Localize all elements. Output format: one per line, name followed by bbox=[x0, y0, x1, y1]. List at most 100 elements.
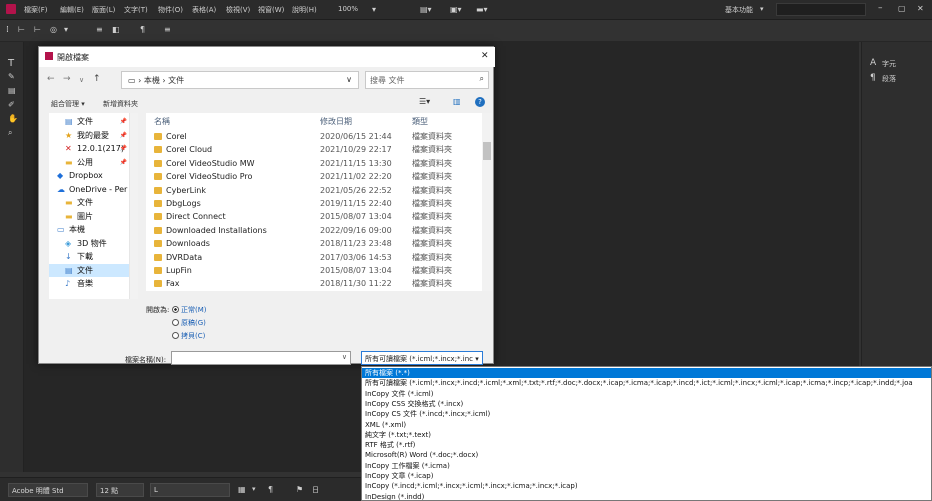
pilcrow-icon[interactable]: ¶ bbox=[140, 25, 145, 34]
help-search-input[interactable] bbox=[776, 3, 866, 16]
file-type-option[interactable]: InCopy CS 文件 (*.incd;*.incx;*.icml) bbox=[362, 409, 931, 419]
file-list-scrollbar[interactable] bbox=[482, 113, 492, 291]
chevron-down-icon[interactable]: ▾ bbox=[760, 5, 764, 13]
nav-item[interactable]: ★ 我的最愛 📌 bbox=[49, 129, 129, 142]
file-type-option[interactable]: 純文字 (*.txt;*.text) bbox=[362, 430, 931, 440]
filename-input[interactable]: ∨ bbox=[171, 351, 351, 365]
path-breadcrumb[interactable]: ▭ › 本機 › 文件 ∨ bbox=[121, 71, 359, 89]
chevron-down-icon[interactable]: ▾ bbox=[64, 25, 68, 34]
pin-icon[interactable]: 📌 bbox=[120, 156, 127, 169]
new-folder-button[interactable]: 新增資料夾 bbox=[103, 99, 138, 109]
screen-mode-icon[interactable]: ▣▾ bbox=[450, 5, 462, 14]
nav-item[interactable]: ☁ OneDrive - Per bbox=[49, 183, 129, 196]
panel-character[interactable]: 字元 bbox=[882, 59, 896, 69]
file-row[interactable]: Direct Connect 2015/08/07 13:04 檔案資料夾 bbox=[146, 210, 482, 223]
column-name[interactable]: 名稱 bbox=[154, 116, 170, 127]
file-row[interactable]: DbgLogs 2019/11/15 22:40 檔案資料夾 bbox=[146, 197, 482, 210]
pilcrow-icon[interactable]: ¶ bbox=[268, 485, 273, 494]
preview-pane-icon[interactable]: ▥ bbox=[453, 97, 461, 106]
font-family-select[interactable]: Acobe 明體 Std bbox=[8, 483, 88, 497]
nav-item[interactable]: ↓ 下載 bbox=[49, 250, 129, 263]
nav-item[interactable]: ▭ 本機 bbox=[49, 223, 129, 236]
arrange-icon[interactable]: ▬▾ bbox=[476, 5, 488, 14]
text-frame-icon[interactable]: ◧ bbox=[112, 25, 120, 34]
nav-item[interactable]: ♪ 音樂 bbox=[49, 277, 129, 290]
file-type-option[interactable]: Microsoft(R) Word (*.doc;*.docx) bbox=[362, 450, 931, 460]
organize-button[interactable]: 組合管理 ▾ bbox=[51, 99, 85, 109]
menu-object[interactable]: 物件(O) bbox=[158, 5, 183, 15]
radio-normal[interactable]: 正常(M) bbox=[172, 305, 207, 315]
zoom-icon[interactable]: ⌕ bbox=[8, 128, 12, 138]
chevron-down-icon[interactable]: ▾ bbox=[252, 485, 256, 493]
file-type-option[interactable]: 所有可讀檔案 (*.icml;*.incx;*.incd;*.icml;*.xm… bbox=[362, 378, 931, 388]
file-type-option[interactable]: XML (*.xml) bbox=[362, 420, 931, 430]
file-row[interactable]: Downloads 2018/11/23 23:48 檔案資料夾 bbox=[146, 237, 482, 250]
file-row[interactable]: Fax 2018/11/30 11:22 檔案資料夾 bbox=[146, 277, 482, 290]
close-icon[interactable]: ✕ bbox=[917, 4, 924, 13]
menu-text[interactable]: 文字(T) bbox=[124, 5, 148, 15]
column-type[interactable]: 類型 bbox=[412, 116, 428, 127]
nav-item[interactable]: ▬ 公用 📌 bbox=[49, 156, 129, 169]
menu-window[interactable]: 視窗(W) bbox=[258, 5, 284, 15]
close-icon[interactable]: ✕ bbox=[481, 51, 489, 61]
pin-icon[interactable]: 📌 bbox=[120, 142, 127, 155]
menu-layout[interactable]: 版面(L) bbox=[92, 5, 115, 15]
file-row[interactable]: Corel Cloud 2021/10/29 22:17 檔案資料夾 bbox=[146, 143, 482, 156]
forward-icon[interactable]: → bbox=[63, 74, 71, 84]
grid-icon[interactable]: ◎ bbox=[50, 25, 57, 34]
chevron-down-icon[interactable]: ∨ bbox=[79, 76, 84, 84]
align-icon[interactable]: ⊢ bbox=[18, 25, 25, 34]
minimize-icon[interactable]: – bbox=[878, 3, 883, 13]
file-type-option[interactable]: InCopy 工作檔案 (*.icma) bbox=[362, 461, 931, 471]
file-type-option[interactable]: InCopy (*.incd;*.icml;*.incx;*.icml;*.in… bbox=[362, 481, 931, 491]
menu-edit[interactable]: 編輯(E) bbox=[60, 5, 84, 15]
pin-icon[interactable]: 📌 bbox=[120, 129, 127, 142]
panel-paragraph[interactable]: 段落 bbox=[882, 74, 896, 84]
file-type-option[interactable]: InDesign (*.indd) bbox=[362, 492, 931, 500]
file-type-option[interactable]: 所有檔案 (*.*) bbox=[362, 368, 931, 379]
hamburger-icon[interactable]: ≡ bbox=[164, 25, 171, 34]
eyedropper-icon[interactable]: ✐ bbox=[8, 100, 15, 109]
menu-file[interactable]: 檔案(F) bbox=[24, 5, 48, 15]
hand-icon[interactable]: ✋ bbox=[8, 114, 18, 123]
ruler-icon[interactable]: ⊢ bbox=[34, 25, 41, 34]
note-tool-icon[interactable]: ✎ bbox=[8, 72, 15, 81]
scrollbar-thumb[interactable] bbox=[483, 142, 491, 160]
frame-tool-icon[interactable]: ▤ bbox=[8, 86, 16, 95]
chevron-down-icon[interactable]: ∨ bbox=[346, 75, 352, 84]
grid-icon[interactable]: ▦ bbox=[238, 485, 246, 494]
file-row[interactable]: Downloaded Installations 2022/09/16 09:00… bbox=[146, 224, 482, 237]
file-row[interactable]: Corel VideoStudio Pro 2021/11/02 22:20 檔案資… bbox=[146, 170, 482, 183]
file-row[interactable]: Corel VideoStudio MW 2021/11/15 13:30 檔案資料… bbox=[146, 157, 482, 170]
column-date[interactable]: 修改日期 bbox=[320, 116, 352, 127]
pin-icon[interactable]: 📌 bbox=[120, 115, 127, 128]
file-row[interactable]: Corel 2020/06/15 21:44 檔案資料夾 bbox=[146, 130, 482, 143]
breadcrumb-pc[interactable]: 本機 bbox=[144, 76, 160, 85]
type-tool-icon[interactable]: T bbox=[8, 58, 14, 69]
menu-help[interactable]: 說明(H) bbox=[292, 5, 317, 15]
bottom-extra[interactable]: 日 bbox=[312, 485, 319, 495]
maximize-icon[interactable]: ▢ bbox=[898, 4, 906, 13]
help-icon[interactable]: ? bbox=[475, 97, 485, 107]
baseline-icon[interactable]: ≡ bbox=[96, 25, 103, 34]
back-icon[interactable]: ← bbox=[47, 74, 55, 84]
file-row[interactable]: DVRData 2017/03/06 14:53 檔案資料夾 bbox=[146, 251, 482, 264]
font-size-select[interactable]: 12 點 bbox=[96, 483, 144, 497]
radio-original[interactable]: 原稿(G) bbox=[172, 318, 206, 328]
radio-copy[interactable]: 拷貝(C) bbox=[172, 331, 205, 341]
file-type-select[interactable]: 所有可讀檔案 (*.icml;*.incx;*.inc ▾ bbox=[361, 351, 483, 365]
nav-item[interactable]: ◈ 3D 物件 bbox=[49, 237, 129, 250]
font-style-select[interactable]: L bbox=[150, 483, 230, 497]
file-type-option[interactable]: InCopy 文件 (*.icml) bbox=[362, 389, 931, 399]
file-type-option[interactable]: InCopy CSS 交換格式 (*.incx) bbox=[362, 399, 931, 409]
workspace-switcher[interactable]: 基本功能 bbox=[725, 5, 753, 15]
nav-item[interactable]: ▤ 文件 bbox=[49, 263, 129, 277]
nav-item[interactable]: ▤ 文件 📌 bbox=[49, 115, 129, 128]
file-row[interactable]: LupFin 2015/08/07 13:04 檔案資料夾 bbox=[146, 264, 482, 277]
nav-item[interactable]: ✕ 12.0.1(217) 📌 bbox=[49, 142, 129, 155]
zoom-level[interactable]: 100% bbox=[338, 5, 358, 13]
up-icon[interactable]: ↑ bbox=[93, 74, 101, 84]
file-row[interactable]: CyberLink 2021/05/26 22:52 檔案資料夾 bbox=[146, 184, 482, 197]
chevron-down-icon[interactable]: ∨ bbox=[342, 353, 347, 361]
menu-table[interactable]: 表格(A) bbox=[192, 5, 216, 15]
